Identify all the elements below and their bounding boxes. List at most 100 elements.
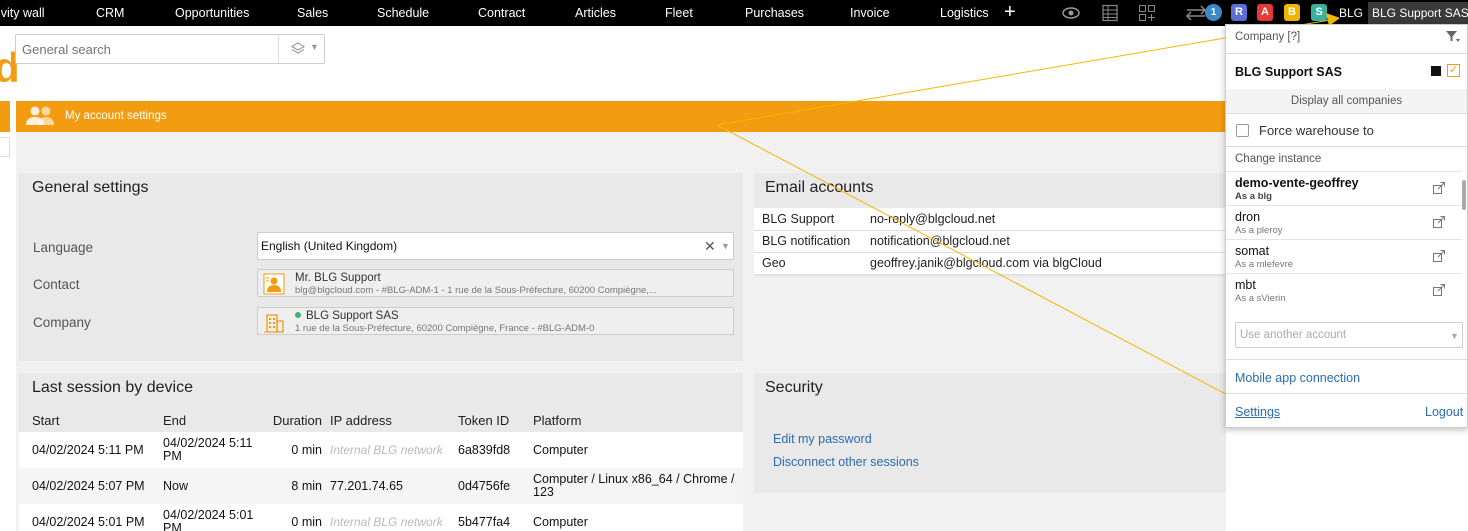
session-token: 0d4756fe	[445, 468, 520, 504]
spreadsheet-icon[interactable]	[1101, 4, 1119, 25]
instance-item[interactable]: demo-vente-geoffrey As a blg	[1226, 171, 1462, 205]
chevron-down-icon[interactable]: ▼	[1450, 331, 1459, 341]
company-card[interactable]: BLG Support SAS 1 rue de la Sous-Préfect…	[257, 307, 734, 335]
layers-icon[interactable]	[291, 42, 305, 59]
badge-b[interactable]: B	[1284, 4, 1300, 21]
instance-item[interactable]: somat As a mlefevre	[1226, 239, 1462, 273]
badge-r[interactable]: R	[1231, 4, 1247, 21]
session-platform: Computer / Linux x86_64 / Chrome / 123	[520, 468, 743, 504]
page-title: My account settings	[65, 110, 167, 122]
grid-plus-icon[interactable]	[1138, 4, 1156, 25]
force-warehouse-checkbox[interactable]	[1236, 124, 1249, 137]
mobile-app-connection-link[interactable]: Mobile app connection	[1235, 371, 1360, 385]
table-row[interactable]: 04/02/2024 5:01 PM 04/02/2024 5:01 PM 0 …	[19, 504, 743, 531]
session-token: 5b477fa4	[445, 504, 520, 531]
language-value: English (United Kingdom)	[261, 239, 398, 253]
nav-purchases[interactable]: Purchases	[745, 0, 804, 26]
notification-count-badge[interactable]: 1	[1205, 4, 1222, 21]
nav-fleet[interactable]: Fleet	[665, 0, 693, 26]
language-select[interactable]: English (United Kingdom) ✕ ▼	[257, 232, 734, 260]
filter-icon[interactable]	[1445, 30, 1461, 47]
transfer-icon[interactable]	[1185, 4, 1207, 25]
badge-a[interactable]: A	[1257, 4, 1273, 21]
instance-user: As a sVierin	[1235, 293, 1286, 304]
nav-crm[interactable]: CRM	[96, 0, 124, 26]
force-warehouse-label[interactable]: Force warehouse to	[1259, 123, 1374, 138]
top-navbar: ivity wall CRM Opportunities Sales Sched…	[0, 0, 1468, 26]
nav-articles[interactable]: Articles	[575, 0, 616, 26]
chevron-down-icon[interactable]: ▼	[310, 42, 319, 52]
contact-person-icon	[263, 273, 285, 298]
contact-name: Mr. BLG Support	[295, 272, 381, 284]
general-search: ▼	[15, 34, 325, 64]
session-duration: 0 min	[260, 432, 326, 468]
search-input[interactable]	[16, 35, 278, 63]
side-tab-active[interactable]	[0, 101, 10, 132]
clear-icon[interactable]: ✕	[704, 238, 716, 255]
instance-scrollbar[interactable]	[1462, 180, 1466, 210]
external-link-icon[interactable]	[1432, 283, 1446, 300]
col-ip[interactable]: IP address	[326, 408, 445, 432]
divider	[1226, 359, 1467, 360]
session-ip: 77.201.74.65	[326, 468, 445, 504]
nav-logistics[interactable]: Logistics	[940, 0, 989, 26]
session-end: Now	[150, 468, 260, 504]
other-account-select[interactable]: Use another account ▼	[1235, 322, 1463, 348]
table-row[interactable]: Geo geoffrey.janik@blgcloud.com via blgCl…	[754, 252, 1226, 275]
table-row[interactable]: 04/02/2024 5:07 PM Now 8 min 77.201.74.6…	[19, 468, 743, 504]
email-account-address: notification@blgcloud.net	[862, 230, 1226, 253]
table-row[interactable]: BLG notification notification@blgcloud.ne…	[754, 230, 1226, 253]
session-platform: Computer	[520, 432, 743, 468]
company-dropdown: Company [?] BLG Support SAS ✓ Display al…	[1225, 24, 1468, 428]
nav-invoice[interactable]: Invoice	[850, 0, 890, 26]
instance-item[interactable]: dron As a pleroy	[1226, 205, 1462, 239]
display-all-companies-button[interactable]: Display all companies	[1226, 89, 1467, 113]
col-end[interactable]: End	[150, 408, 260, 432]
settings-link[interactable]: Settings	[1235, 405, 1280, 419]
nav-sales[interactable]: Sales	[297, 0, 328, 26]
disconnect-sessions-link[interactable]: Disconnect other sessions	[773, 455, 919, 469]
external-link-icon[interactable]	[1432, 249, 1446, 266]
nav-opportunities[interactable]: Opportunities	[175, 0, 249, 26]
building-icon	[263, 311, 285, 336]
sessions-panel: Last session by device Start End Duratio…	[19, 373, 743, 531]
contact-label: Contact	[33, 277, 80, 292]
checkbox-checked-icon[interactable]: ✓	[1447, 64, 1460, 77]
dropdown-company-name[interactable]: BLG Support SAS	[1235, 65, 1342, 79]
external-link-icon[interactable]	[1432, 181, 1446, 198]
logout-link[interactable]: Logout	[1425, 405, 1463, 419]
col-platform[interactable]: Platform	[520, 408, 743, 432]
company-detail: 1 rue de la Sous-Préfecture, 60200 Compi…	[295, 323, 595, 334]
instance-item[interactable]: mbt As a sVierin	[1226, 273, 1462, 307]
col-token[interactable]: Token ID	[445, 408, 520, 432]
email-account-address: no-reply@blgcloud.net	[862, 208, 1226, 231]
color-square-icon	[1431, 66, 1441, 76]
edit-password-link[interactable]: Edit my password	[773, 432, 872, 446]
table-row[interactable]: 04/02/2024 5:11 PM 04/02/2024 5:11 PM 0 …	[19, 432, 743, 468]
session-start: 04/02/2024 5:01 PM	[19, 504, 150, 531]
instance-user: As a blg	[1235, 191, 1272, 202]
add-plus-icon[interactable]: +	[1004, 0, 1016, 24]
company-label[interactable]: Company [?]	[1235, 31, 1300, 43]
status-dot-icon	[295, 312, 301, 318]
language-label: Language	[33, 240, 94, 255]
external-link-icon[interactable]	[1432, 215, 1446, 232]
panel-title: General settings	[32, 179, 149, 196]
session-platform-text: Computer / Linux x86_64 / Chrome / 123	[533, 472, 735, 499]
col-duration[interactable]: Duration	[260, 408, 326, 432]
email-accounts-panel: Email accounts BLG Support no-reply@blgcl…	[754, 173, 1226, 277]
company-switcher[interactable]: BLG Support SAS	[1368, 2, 1468, 24]
badge-s[interactable]: S	[1311, 4, 1327, 21]
contact-card[interactable]: Mr. BLG Support blg@blgcloud.com - #BLG-…	[257, 269, 734, 297]
users-icon	[25, 105, 55, 130]
col-start[interactable]: Start	[19, 408, 150, 432]
chevron-down-icon[interactable]: ▼	[721, 241, 730, 251]
eye-icon[interactable]	[1062, 4, 1080, 25]
user-initials[interactable]: BLG	[1339, 0, 1363, 26]
nav-schedule[interactable]: Schedule	[377, 0, 429, 26]
side-tab[interactable]	[0, 137, 10, 157]
nav-activity-wall[interactable]: ivity wall	[0, 0, 45, 26]
nav-contract[interactable]: Contract	[478, 0, 525, 26]
table-row[interactable]: BLG Support no-reply@blgcloud.net	[754, 208, 1226, 231]
divider	[1226, 146, 1467, 147]
